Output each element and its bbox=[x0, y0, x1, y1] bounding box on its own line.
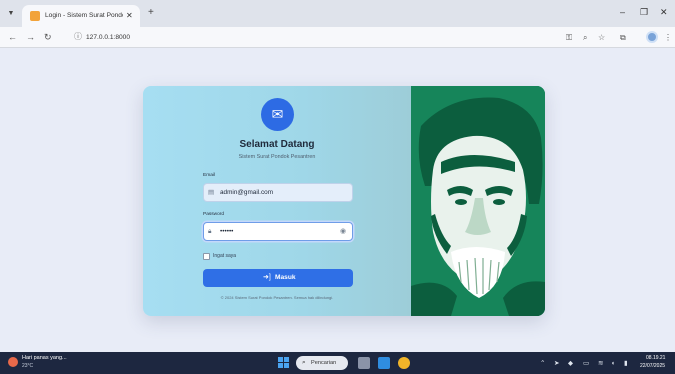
page-subtitle: Sistem Surat Pondok Pesantren bbox=[238, 154, 316, 160]
weather-temp[interactable]: 23°C bbox=[22, 363, 33, 370]
tab-favicon-icon bbox=[30, 11, 40, 21]
browser-toolbar: ← → ↻ ⓘ 127.0.0.1:8000 ⚿ ⌕ ☆ ⧉ ⋮ bbox=[0, 27, 675, 48]
back-icon[interactable]: ← bbox=[8, 31, 17, 43]
profile-avatar[interactable] bbox=[646, 31, 658, 43]
password-label: Password bbox=[203, 212, 225, 217]
forward-icon[interactable]: → bbox=[26, 31, 35, 43]
search-label: Pencarian bbox=[311, 360, 337, 366]
email-field-icon: ▤ bbox=[208, 189, 215, 196]
login-card: ✉ Selamat Datang Sistem Surat Pondok Pes… bbox=[143, 86, 545, 316]
clock-time[interactable]: 08.19.21 bbox=[646, 355, 665, 362]
weather-title[interactable]: Hari panas yang... bbox=[22, 355, 67, 362]
site-info-icon[interactable]: ⓘ bbox=[74, 31, 82, 43]
remember-checkbox[interactable] bbox=[203, 253, 210, 260]
email-input[interactable] bbox=[220, 187, 338, 198]
new-tab-button[interactable]: + bbox=[148, 7, 154, 19]
sign-in-icon: ➜] bbox=[263, 274, 271, 281]
login-button[interactable]: ➜] Masuk bbox=[203, 269, 353, 287]
extensions-icon[interactable]: ⧉ bbox=[620, 32, 626, 43]
close-window-icon[interactable]: ✕ bbox=[660, 6, 668, 18]
tray-app-icon[interactable]: ◆ bbox=[568, 359, 573, 368]
browser-menu-icon[interactable]: ⋮ bbox=[664, 32, 672, 43]
weather-icon[interactable] bbox=[8, 357, 18, 367]
password-field-wrapper[interactable]: 🔒︎ ◉ bbox=[203, 222, 353, 241]
app-logo: ✉ bbox=[261, 98, 294, 131]
password-input[interactable] bbox=[220, 226, 338, 237]
clock-date[interactable]: 22/07/2025 bbox=[640, 363, 665, 370]
envelope-icon: ✉ bbox=[271, 106, 284, 122]
store-app-icon[interactable] bbox=[378, 357, 390, 369]
tray-send-icon[interactable]: ➤ bbox=[554, 359, 559, 368]
email-label: Email bbox=[203, 173, 215, 178]
page-title: Selamat Datang bbox=[239, 139, 315, 150]
tray-monitor-icon[interactable]: ▭ bbox=[583, 359, 589, 368]
battery-icon[interactable]: ▮ bbox=[624, 359, 628, 368]
zoom-icon[interactable]: ⌕ bbox=[583, 32, 587, 43]
login-button-label: Masuk bbox=[275, 274, 296, 281]
windows-taskbar: Hari panas yang... 23°C ⌕ Pencarian ⌃ ➤ … bbox=[0, 352, 675, 374]
taskbar-search[interactable]: ⌕ Pencarian bbox=[296, 356, 348, 370]
login-panel: ✉ Selamat Datang Sistem Surat Pondok Pes… bbox=[143, 86, 411, 316]
password-key-icon[interactable]: ⚿ bbox=[566, 32, 572, 43]
tray-chevron-icon[interactable]: ⌃ bbox=[540, 359, 545, 368]
chrome-app-icon[interactable] bbox=[398, 357, 410, 369]
remember-label[interactable]: Ingat saya bbox=[213, 253, 236, 260]
portrait-panel bbox=[411, 86, 545, 316]
restore-icon[interactable]: ❐ bbox=[640, 6, 648, 18]
minimize-icon[interactable]: – bbox=[620, 6, 625, 18]
start-windows-icon[interactable] bbox=[278, 357, 290, 369]
bookmark-star-icon[interactable]: ☆ bbox=[598, 32, 605, 43]
volume-icon[interactable]: ◖ bbox=[611, 359, 615, 368]
tab-list-icon[interactable]: ▼ bbox=[6, 9, 16, 19]
search-icon: ⌕ bbox=[302, 359, 306, 366]
browser-tabstrip: ▼ Login - Sistem Surat Pondok Pe ✕ + – ❐… bbox=[0, 0, 675, 27]
show-password-eye-icon[interactable]: ◉ bbox=[340, 227, 346, 236]
email-field-wrapper[interactable]: ▤ bbox=[203, 183, 353, 202]
address-url[interactable]: 127.0.0.1:8000 bbox=[86, 32, 130, 43]
portrait-illustration bbox=[411, 86, 545, 316]
reload-icon[interactable]: ↻ bbox=[44, 31, 52, 43]
page-viewport: ✉ Selamat Datang Sistem Surat Pondok Pes… bbox=[0, 48, 675, 352]
tab-close-icon[interactable]: ✕ bbox=[126, 10, 133, 21]
address-bar[interactable]: ⓘ 127.0.0.1:8000 bbox=[72, 30, 580, 45]
footer-copyright: © 2024 Sistem Surat Pondok Pesantren. Se… bbox=[220, 295, 334, 300]
task-view-icon[interactable] bbox=[358, 357, 370, 369]
browser-tab-active[interactable]: Login - Sistem Surat Pondok Pe ✕ bbox=[22, 5, 140, 27]
lock-icon: 🔒︎ bbox=[208, 228, 212, 235]
tab-title: Login - Sistem Surat Pondok Pe bbox=[45, 12, 123, 19]
wifi-icon[interactable]: ≋ bbox=[598, 359, 603, 368]
